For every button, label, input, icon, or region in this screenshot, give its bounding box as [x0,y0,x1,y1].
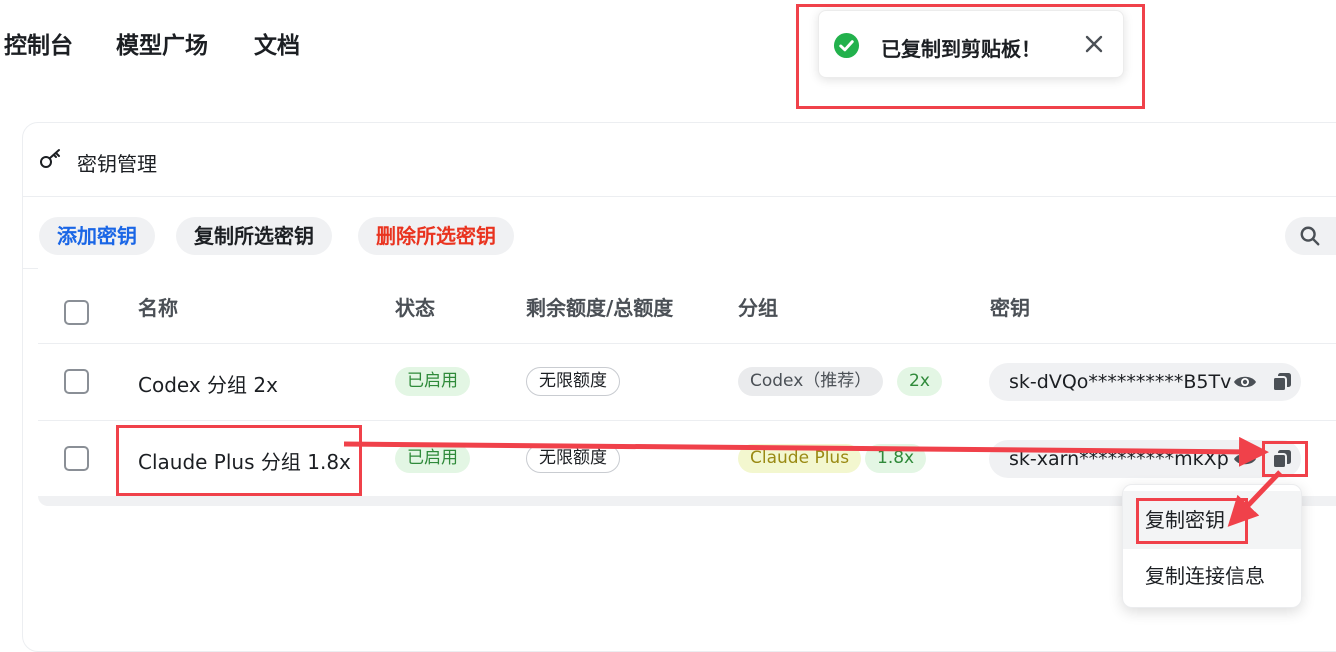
copy-icon[interactable] [1271,371,1293,393]
ratio-badge: 2x [897,367,942,396]
row-checkbox[interactable] [64,369,89,394]
key-value: sk-xarn**********mkXp [1009,448,1229,470]
group-badge: Codex（推荐） [738,367,884,396]
nav-docs[interactable]: 文档 [254,26,300,60]
column-header-quota[interactable]: 剩余额度/总额度 [526,292,673,321]
nav-console[interactable]: 控制台 [4,26,73,60]
quota-badge: 无限额度 [526,444,620,473]
column-header-group[interactable]: 分组 [738,292,778,321]
row-checkbox[interactable] [64,446,89,471]
nav-model-square[interactable]: 模型广场 [116,26,208,60]
search-icon [1300,226,1320,246]
search-button[interactable] [1285,217,1336,255]
quota-badge: 无限额度 [526,367,620,396]
name-highlight-box [116,425,362,496]
group-badge: Claude Plus [738,444,862,473]
key-icon [40,149,60,168]
card-title: 密钥管理 [77,152,157,176]
table-header-row: 名称 状态 剩余额度/总额度 分组 密钥 [38,268,1336,344]
key-value: sk-dVQo**********B5Tv [1009,371,1232,393]
delete-selected-keys-button[interactable]: 删除所选密钥 [358,217,514,255]
ratio-badge: 1.8x [865,444,927,473]
menu-item-highlight-box [1136,498,1248,544]
menu-item-copy-connection-info[interactable]: 复制连接信息 [1123,547,1301,605]
toolbar: 添加密钥 复制所选密钥 删除所选密钥 [23,197,1336,269]
key-name: Codex 分组 2x [138,373,278,397]
status-badge: 已启用 [395,444,470,473]
eye-icon[interactable] [1233,451,1257,467]
add-key-button[interactable]: 添加密钥 [39,217,155,255]
key-field: sk-xarn**********mkXp [989,440,1301,478]
column-header-name[interactable]: 名称 [138,292,178,321]
key-field: sk-dVQo**********B5Tv [989,363,1301,401]
eye-icon[interactable] [1233,374,1257,390]
column-header-key[interactable]: 密钥 [990,292,1030,321]
copy-selected-keys-button[interactable]: 复制所选密钥 [176,217,332,255]
table-row[interactable]: Codex 分组 2x 已启用 无限额度 Codex（推荐） 2x sk-dVQ… [38,344,1336,421]
toast-highlight-box [796,4,1145,109]
select-all-checkbox[interactable] [64,300,89,325]
column-header-status[interactable]: 状态 [395,292,435,321]
status-badge: 已启用 [395,367,470,396]
card-header: 密钥管理 [23,123,1336,197]
copy-button-highlight-box [1262,441,1308,477]
